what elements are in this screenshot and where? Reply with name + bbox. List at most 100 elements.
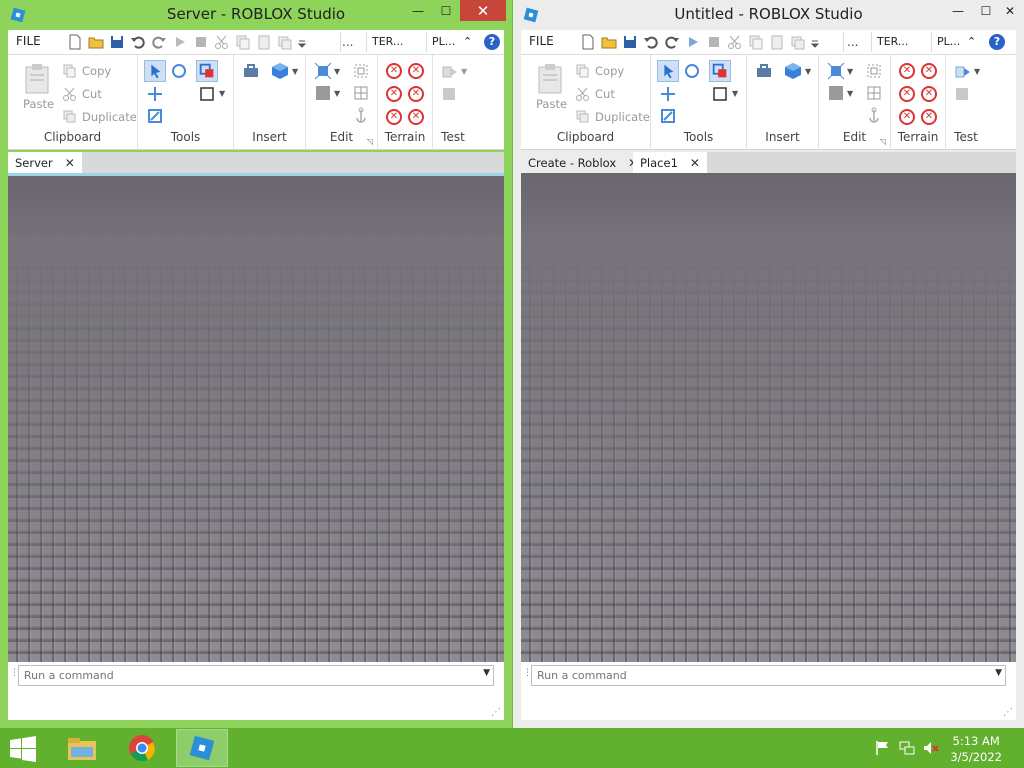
help-icon[interactable]: ? bbox=[484, 34, 500, 50]
select-tool-icon[interactable] bbox=[144, 60, 166, 82]
tab-terrain[interactable]: TER... bbox=[372, 35, 403, 48]
group-dropdown-icon[interactable]: ▼ bbox=[334, 67, 340, 76]
paste-button[interactable]: Paste bbox=[536, 97, 567, 111]
command-input[interactable] bbox=[19, 666, 493, 685]
collisions-dropdown-icon[interactable]: ▼ bbox=[219, 89, 225, 98]
stop-icon[interactable] bbox=[705, 33, 723, 51]
part-dropdown-icon[interactable]: ▼ bbox=[292, 67, 298, 76]
stop-test-icon[interactable] bbox=[441, 86, 457, 102]
scale-tool-icon[interactable] bbox=[659, 107, 677, 125]
resize-grip-icon[interactable]: ⋰ bbox=[1003, 707, 1013, 718]
move-tool-icon[interactable] bbox=[659, 85, 677, 103]
terrain-add-icon[interactable]: ✕ bbox=[899, 86, 915, 102]
undo-icon[interactable] bbox=[642, 33, 660, 51]
command-input-box[interactable]: ▼ bbox=[18, 665, 494, 686]
tab-terrain[interactable]: TER... bbox=[877, 35, 908, 48]
save-icon[interactable] bbox=[621, 33, 639, 51]
rotate-tool-icon[interactable] bbox=[683, 62, 701, 80]
terrain-smooth-icon[interactable]: ✕ bbox=[386, 109, 402, 125]
overflow-dots[interactable]: ... bbox=[342, 35, 353, 49]
stop-test-icon[interactable] bbox=[954, 86, 970, 102]
collapse-ribbon-icon[interactable]: ⌃ bbox=[967, 35, 976, 48]
tab-server[interactable]: Server ✕ bbox=[8, 152, 82, 173]
cut-button[interactable]: Cut bbox=[82, 87, 102, 101]
copy-button[interactable]: Copy bbox=[595, 64, 624, 78]
command-dropdown-icon[interactable]: ▼ bbox=[995, 668, 1002, 678]
play-solo-icon[interactable] bbox=[441, 63, 459, 81]
select-tool-icon[interactable] bbox=[657, 60, 679, 82]
customize-dropdown-icon[interactable] bbox=[810, 33, 820, 51]
tab-create-roblox[interactable]: Create - Roblox ✕ bbox=[521, 152, 646, 173]
undo-icon[interactable] bbox=[129, 33, 147, 51]
close-button[interactable]: ✕ bbox=[996, 0, 1024, 21]
terrain-generate-icon[interactable]: ✕ bbox=[899, 63, 915, 79]
command-dropdown-icon[interactable]: ▼ bbox=[483, 668, 490, 678]
anchor-icon[interactable] bbox=[352, 107, 370, 125]
system-clock[interactable]: 5:13 AM 3/5/2022 bbox=[950, 733, 1002, 765]
file-menu[interactable]: FILE bbox=[529, 34, 554, 48]
transform-tool-icon[interactable] bbox=[709, 60, 731, 82]
terrain-clear-icon[interactable]: ✕ bbox=[408, 63, 424, 79]
group-icon[interactable] bbox=[314, 62, 332, 80]
duplicate-button[interactable]: Duplicate bbox=[82, 110, 137, 124]
play-dropdown-icon[interactable]: ▼ bbox=[974, 67, 980, 76]
tab-place1[interactable]: Place1 ✕ bbox=[633, 152, 707, 173]
lock-icon[interactable] bbox=[865, 62, 883, 80]
file-explorer-icon[interactable] bbox=[56, 729, 108, 767]
file-menu[interactable]: FILE bbox=[16, 34, 41, 48]
chrome-icon[interactable] bbox=[116, 729, 168, 767]
color-icon[interactable] bbox=[827, 84, 845, 102]
toolbox-icon[interactable] bbox=[755, 63, 773, 79]
title-bar[interactable]: Server - ROBLOX Studio — ☐ ✕ bbox=[0, 0, 512, 30]
open-folder-icon[interactable] bbox=[87, 33, 105, 51]
terrain-generate-icon[interactable]: ✕ bbox=[386, 63, 402, 79]
part-icon[interactable] bbox=[783, 61, 803, 81]
tab-plugins[interactable]: PL... bbox=[937, 35, 960, 48]
paste-button[interactable]: Paste bbox=[23, 97, 54, 111]
minimize-button[interactable]: — bbox=[404, 0, 432, 21]
open-folder-icon[interactable] bbox=[600, 33, 618, 51]
duplicate-icon[interactable] bbox=[276, 33, 294, 51]
part-dropdown-icon[interactable]: ▼ bbox=[805, 67, 811, 76]
action-center-flag-icon[interactable] bbox=[874, 740, 892, 756]
new-file-icon[interactable] bbox=[66, 33, 84, 51]
minimize-button[interactable]: — bbox=[944, 0, 972, 21]
collisions-toggle-icon[interactable] bbox=[711, 85, 729, 103]
group-dropdown-icon[interactable]: ▼ bbox=[847, 67, 853, 76]
terrain-paint-icon[interactable]: ✕ bbox=[921, 109, 937, 125]
move-tool-icon[interactable] bbox=[146, 85, 164, 103]
cut-button[interactable]: Cut bbox=[595, 87, 615, 101]
cut-icon[interactable] bbox=[213, 33, 231, 51]
stop-icon[interactable] bbox=[192, 33, 210, 51]
play-icon[interactable] bbox=[171, 33, 189, 51]
terrain-paint-icon[interactable]: ✕ bbox=[408, 109, 424, 125]
redo-icon[interactable] bbox=[663, 33, 681, 51]
color-dropdown-icon[interactable]: ▼ bbox=[847, 89, 853, 98]
redo-icon[interactable] bbox=[150, 33, 168, 51]
rotate-tool-icon[interactable] bbox=[170, 62, 188, 80]
terrain-add-icon[interactable]: ✕ bbox=[386, 86, 402, 102]
close-button[interactable]: ✕ bbox=[460, 0, 506, 21]
paste-large-icon[interactable] bbox=[24, 63, 50, 95]
close-tab-icon[interactable]: ✕ bbox=[65, 156, 75, 170]
duplicate-button[interactable]: Duplicate bbox=[595, 110, 650, 124]
close-tab-icon[interactable]: ✕ bbox=[690, 156, 700, 170]
terrain-subtract-icon[interactable]: ✕ bbox=[921, 86, 937, 102]
maximize-button[interactable]: ☐ bbox=[432, 0, 460, 21]
3d-viewport[interactable] bbox=[8, 173, 504, 662]
tab-plugins[interactable]: PL... bbox=[432, 35, 455, 48]
collisions-toggle-icon[interactable] bbox=[198, 85, 216, 103]
paste-large-icon[interactable] bbox=[537, 63, 563, 95]
color-icon[interactable] bbox=[314, 84, 332, 102]
volume-muted-icon[interactable] bbox=[922, 740, 940, 756]
scale-tool-icon[interactable] bbox=[146, 107, 164, 125]
3d-viewport[interactable] bbox=[521, 173, 1016, 662]
material-icon[interactable] bbox=[865, 84, 883, 102]
copy-button[interactable]: Copy bbox=[82, 64, 111, 78]
paste-icon[interactable] bbox=[768, 33, 786, 51]
anchor-icon[interactable] bbox=[865, 107, 883, 125]
play-solo-icon[interactable] bbox=[954, 63, 972, 81]
help-icon[interactable]: ? bbox=[989, 34, 1005, 50]
lock-icon[interactable] bbox=[352, 62, 370, 80]
duplicate-icon[interactable] bbox=[789, 33, 807, 51]
